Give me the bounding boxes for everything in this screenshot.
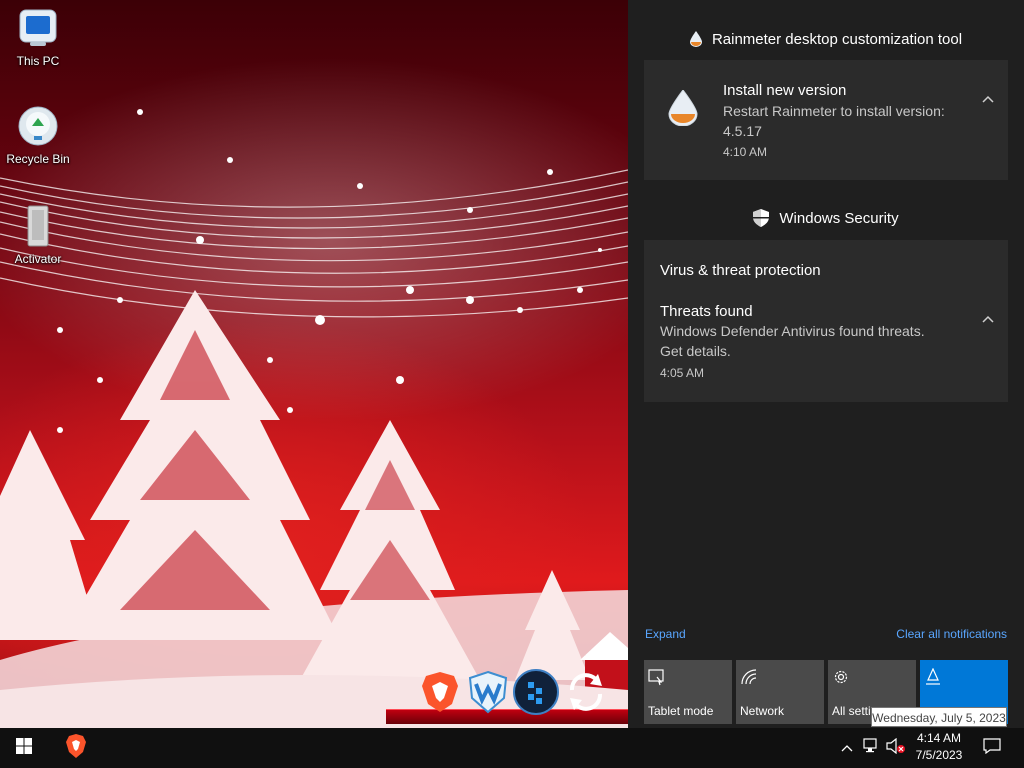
start-button[interactable] — [0, 728, 48, 768]
taskbar-brave-button[interactable] — [52, 728, 100, 768]
notification-title: Threats found — [660, 303, 753, 320]
location-icon — [924, 667, 942, 686]
action-center-button[interactable] — [972, 728, 1012, 768]
clock-date: 7/5/2023 — [915, 748, 963, 762]
rainmeter-icon — [668, 89, 698, 131]
network-icon — [740, 668, 758, 686]
desktop-icon-label: This PC — [16, 54, 60, 68]
shield-icon — [753, 209, 770, 227]
chevron-up-icon[interactable] — [980, 92, 996, 108]
brave-browser-icon — [65, 733, 87, 763]
notification-rainmeter[interactable]: Install new version Restart Rainmeter to… — [644, 60, 1008, 180]
notification-group-header-rainmeter[interactable]: Rainmeter desktop customization tool — [628, 27, 1024, 51]
settings-gear-icon — [832, 668, 850, 686]
clock-time: 4:14 AM — [916, 731, 962, 745]
show-hidden-icons-button[interactable] — [836, 728, 858, 768]
chevron-up-icon[interactable] — [980, 312, 996, 328]
quick-action-label: All setti — [832, 704, 871, 718]
wise-care-icon[interactable] — [464, 668, 512, 716]
network-icon — [863, 737, 881, 759]
action-center-icon — [983, 737, 1001, 759]
notification-time: 4:05 AM — [660, 366, 705, 380]
desktop-icon-label: Activator — [14, 252, 62, 266]
taskbar — [0, 728, 1024, 768]
volume-tray-button[interactable] — [884, 728, 908, 768]
action-center-panel: Rainmeter desktop customization tool Ins… — [628, 0, 1024, 728]
christmas-wallpaper — [0, 109, 628, 728]
taskbar-clock[interactable]: 4:14 AM 7/5/2023 — [910, 730, 968, 766]
notification-body-line1: Restart Rainmeter to install version: — [723, 103, 945, 119]
date-tooltip: Wednesday, July 5, 2023 — [871, 707, 1007, 727]
tablet-mode-icon — [648, 668, 666, 686]
start-windows-icon — [16, 737, 32, 759]
rainmeter-icon — [689, 31, 702, 47]
chevron-up-icon — [841, 739, 853, 757]
quick-action-label: Network — [740, 704, 785, 718]
quick-action-label: Tablet mode — [648, 704, 714, 718]
recycle-bin-icon — [16, 104, 60, 148]
desktop-wallpaper: This PC Recycle Bin Activator — [0, 0, 628, 728]
app-name: Rainmeter desktop customization tool — [711, 30, 963, 48]
refresh-icon[interactable] — [562, 668, 610, 716]
quick-action-network[interactable]: Network — [736, 660, 824, 724]
expand-link[interactable]: Expand — [645, 627, 686, 641]
notification-title: Install new version — [723, 82, 847, 99]
brave-browser-icon[interactable] — [416, 668, 464, 716]
notification-group-header-windows-security[interactable]: Windows Security — [628, 206, 1024, 230]
desktop-icon-activator[interactable]: Activator — [0, 204, 76, 266]
quick-action-tablet-mode[interactable]: Tablet mode — [644, 660, 732, 724]
this-pc-icon — [16, 6, 60, 50]
notification-time: 4:10 AM — [723, 145, 768, 159]
network-tray-button[interactable] — [860, 728, 884, 768]
app-name: Windows Security — [779, 209, 899, 227]
clear-all-notifications-link[interactable]: Clear all notifications — [896, 627, 1007, 641]
notification-body-line2: 4.5.17 — [723, 123, 762, 139]
notification-body-line2: Get details. — [660, 343, 731, 359]
activator-icon — [16, 204, 60, 248]
notification-body-line1: Windows Defender Antivirus found threats… — [660, 323, 925, 339]
notification-windows-security[interactable]: Virus & threat protection Threats found … — [644, 240, 1008, 402]
desktop-icon-label: Recycle Bin — [6, 152, 70, 166]
desktop-icon-recycle-bin[interactable]: Recycle Bin — [0, 104, 76, 166]
bitdefender-icon[interactable] — [512, 668, 560, 716]
volume-muted-icon — [886, 737, 906, 759]
app-dock — [386, 664, 628, 724]
desktop-icon-this-pc[interactable]: This PC — [0, 6, 76, 68]
notification-heading: Virus & threat protection — [660, 262, 821, 279]
